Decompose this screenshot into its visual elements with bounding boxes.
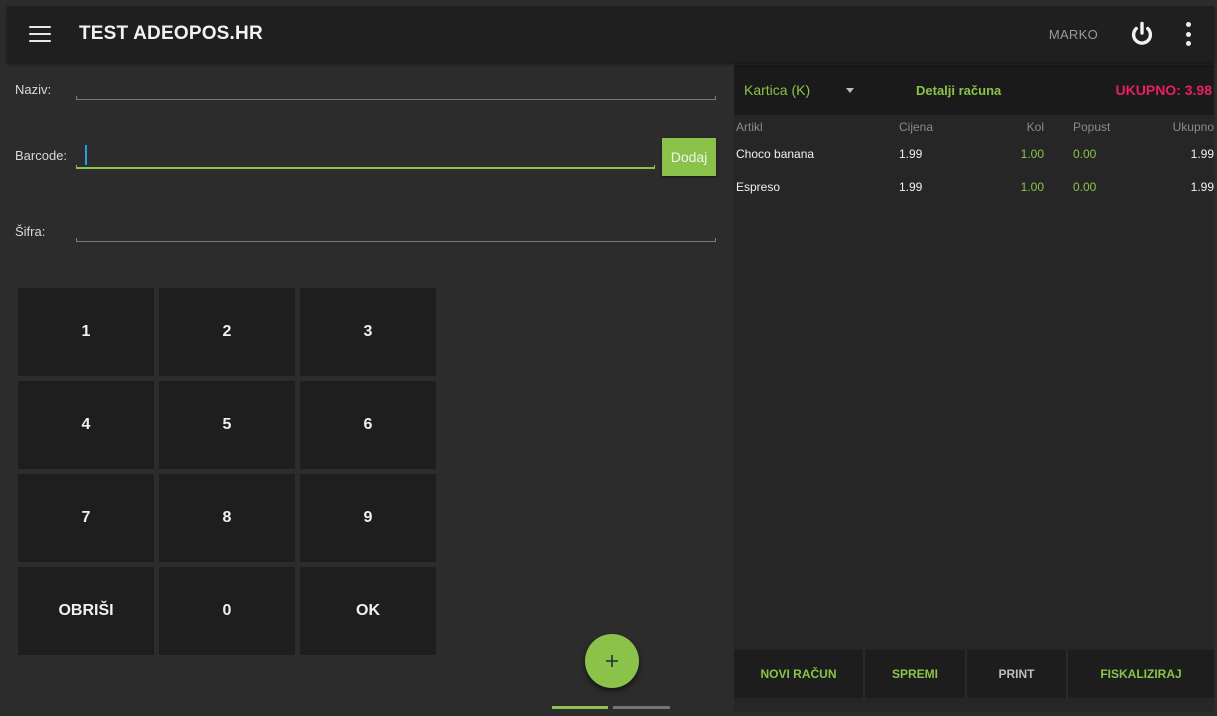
numpad-key-0[interactable]: 0 — [159, 567, 295, 655]
hamburger-menu-icon[interactable] — [29, 26, 51, 42]
row-discount[interactable]: 0.00 — [1073, 147, 1096, 161]
row-total: 1.99 — [1190, 180, 1214, 194]
naziv-input[interactable] — [77, 76, 717, 106]
product-entry-pane: Naziv: Barcode: Dodaj Šifra: 1 2 3 4 5 6… — [7, 62, 730, 712]
numpad-key-ok[interactable]: OK — [300, 567, 436, 655]
numpad-key-9[interactable]: 9 — [300, 474, 436, 562]
naziv-underline — [76, 96, 716, 100]
text-cursor — [85, 145, 87, 165]
print-button[interactable]: PRINT — [967, 650, 1068, 698]
row-qty[interactable]: 1.00 — [1021, 147, 1044, 161]
fiscalize-button[interactable]: FISKALIZIRAJ — [1068, 650, 1214, 698]
row-discount[interactable]: 0.00 — [1073, 180, 1096, 194]
numpad-key-2[interactable]: 2 — [159, 288, 295, 376]
app-bar-actions: MARKO — [1049, 6, 1214, 62]
power-icon[interactable] — [1128, 20, 1156, 48]
app-bar: TEST ADEOPOS.HR MARKO — [7, 6, 1214, 62]
payment-method-select[interactable]: Kartica (K) — [744, 82, 864, 98]
row-article: Choco banana — [736, 147, 815, 161]
bill-header: Kartica (K) Detalji računa UKUPNO: 3.98 — [734, 65, 1214, 115]
table-row[interactable]: Espreso 1.99 1.00 0.00 1.99 — [734, 180, 1214, 200]
numpad-key-delete[interactable]: OBRIŠI — [18, 567, 154, 655]
payment-method-value: Kartica (K) — [744, 82, 811, 98]
row-article: Espreso — [736, 180, 781, 194]
barcode-field: Barcode: — [7, 138, 722, 178]
column-header-qty: Kol — [1026, 120, 1044, 134]
row-price: 1.99 — [899, 147, 923, 161]
bill-total: UKUPNO: 3.98 — [1115, 82, 1212, 98]
numpad-key-3[interactable]: 3 — [300, 288, 436, 376]
save-button[interactable]: SPREMI — [865, 650, 967, 698]
table-row[interactable]: Choco banana 1.99 1.00 0.00 1.99 — [734, 147, 1214, 167]
app-title: TEST ADEOPOS.HR — [79, 23, 263, 44]
numpad-key-5[interactable]: 5 — [159, 381, 295, 469]
plus-icon — [606, 655, 618, 667]
page-indicator-inactive — [613, 706, 670, 709]
numpad-key-1[interactable]: 1 — [18, 288, 154, 376]
column-header-article: Artikl — [736, 120, 763, 134]
row-price: 1.99 — [899, 180, 923, 194]
column-header-total: Ukupno — [1172, 120, 1214, 134]
bill-actions-bar: NOVI RAČUN SPREMI PRINT FISKALIZIRAJ — [734, 650, 1214, 698]
sifra-input[interactable] — [77, 218, 717, 248]
numpad: 1 2 3 4 5 6 7 8 9 OBRIŠI 0 OK — [18, 288, 438, 656]
bill-pane: Kartica (K) Detalji računa UKUPNO: 3.98 … — [734, 62, 1214, 712]
bill-details-link[interactable]: Detalji računa — [916, 83, 1001, 98]
user-name: MARKO — [1048, 26, 1098, 42]
sifra-label: Šifra: — [15, 224, 46, 239]
naziv-label: Naziv: — [15, 82, 52, 97]
barcode-underline — [76, 165, 655, 169]
barcode-label: Barcode: — [15, 148, 68, 163]
numpad-key-8[interactable]: 8 — [159, 474, 295, 562]
page-indicator-active — [552, 706, 608, 709]
add-button[interactable]: Dodaj — [662, 138, 716, 176]
naziv-field: Naziv: — [7, 74, 722, 114]
new-bill-button[interactable]: NOVI RAČUN — [734, 650, 865, 698]
row-qty[interactable]: 1.00 — [1021, 180, 1044, 194]
more-vert-icon[interactable] — [1184, 22, 1192, 46]
numpad-key-7[interactable]: 7 — [18, 474, 154, 562]
dropdown-arrow-icon — [846, 87, 855, 93]
sifra-field: Šifra: — [7, 216, 722, 256]
sifra-underline — [76, 238, 716, 242]
numpad-key-6[interactable]: 6 — [300, 381, 436, 469]
numpad-key-4[interactable]: 4 — [18, 381, 154, 469]
column-header-price: Cijena — [899, 120, 934, 134]
row-total: 1.99 — [1190, 147, 1214, 161]
bill-table-header: Artikl Cijena Kol Popust Ukupno — [734, 120, 1214, 136]
add-fab-button[interactable] — [585, 634, 639, 688]
column-header-discount: Popust — [1073, 120, 1111, 134]
